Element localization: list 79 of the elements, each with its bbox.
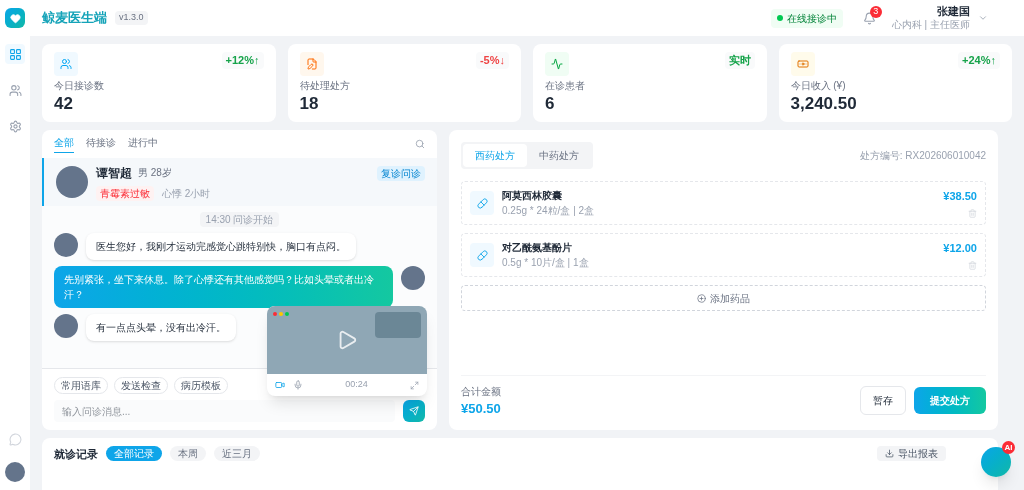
doctor-message: 先别紧张，坐下来休息。除了心悸还有其他感觉吗？比如头晕或者出冷汗？ bbox=[54, 266, 393, 308]
trend-badge: 实时 bbox=[724, 52, 755, 69]
pill-icon bbox=[470, 191, 494, 215]
send-icon bbox=[409, 406, 419, 416]
save-draft-button[interactable]: 暂存 bbox=[860, 386, 906, 416]
plus-circle-icon bbox=[697, 293, 706, 303]
heart-logo-icon bbox=[5, 8, 25, 28]
stat-label: 待处理处方 bbox=[299, 78, 351, 93]
prescription-number: 处方编号: RX202606010042 bbox=[859, 149, 986, 163]
drug-name: 阿莫西林胶囊 bbox=[502, 189, 563, 203]
search-icon[interactable] bbox=[415, 139, 425, 149]
trend-badge: -5%↓ bbox=[475, 52, 509, 69]
avatar bbox=[401, 266, 425, 290]
filter-chip[interactable]: 本周 bbox=[170, 446, 206, 461]
banknote-icon bbox=[790, 52, 815, 76]
pulse-icon bbox=[545, 52, 569, 76]
self-view-placeholder bbox=[375, 312, 421, 338]
total-amount: ¥50.50 bbox=[461, 399, 501, 418]
total-label: 合计金额 bbox=[461, 384, 501, 399]
trend-badge: +12%↑ bbox=[221, 52, 264, 69]
message-input[interactable]: 输入问诊消息... bbox=[54, 400, 395, 422]
app-title: 鲸麦医生端 bbox=[42, 9, 107, 28]
add-drug-button[interactable]: 添加药品 bbox=[461, 285, 986, 311]
drug-price: ¥12.00 bbox=[943, 241, 977, 257]
camera-icon[interactable] bbox=[275, 380, 285, 390]
tab[interactable]: 待接诊 bbox=[86, 135, 116, 153]
tab[interactable]: 西药处方 bbox=[463, 144, 527, 167]
chat-icon[interactable] bbox=[8, 433, 22, 446]
avatar bbox=[56, 166, 88, 198]
trash-icon[interactable] bbox=[968, 260, 977, 270]
system-message: 14:30 问诊开始 bbox=[199, 212, 280, 227]
patient-name: 谭智超 bbox=[96, 164, 132, 182]
stat-value: 3,240.50 bbox=[790, 92, 858, 114]
online-status: 在线接诊中 bbox=[770, 8, 843, 28]
avatar bbox=[54, 233, 78, 257]
trash-icon[interactable] bbox=[968, 208, 977, 218]
patient-info: 男 28岁 bbox=[138, 166, 172, 180]
patient-message: 医生您好，我刚才运动完感觉心跳特别快，胸口有点闷。 bbox=[86, 233, 356, 260]
send-button[interactable] bbox=[403, 400, 425, 422]
dashboard-icon[interactable] bbox=[5, 44, 25, 64]
filter-chip[interactable]: 近三月 bbox=[214, 446, 260, 461]
export-button[interactable]: 导出报表 bbox=[877, 446, 946, 461]
users-icon bbox=[54, 52, 78, 76]
pill-icon bbox=[470, 243, 494, 267]
fullscreen-icon[interactable] bbox=[410, 380, 419, 390]
stat-value: 18 bbox=[299, 92, 320, 114]
user-role: 心内科 | 主任医师 bbox=[891, 18, 970, 32]
stat-label: 今日接诊数 bbox=[54, 78, 105, 93]
microphone-icon[interactable] bbox=[293, 380, 303, 390]
window-dots-icon bbox=[273, 312, 289, 316]
records-title: 就诊记录 bbox=[54, 447, 98, 462]
complaint-text: 心悸 2小时 bbox=[162, 186, 211, 201]
chevron-down-icon[interactable] bbox=[978, 13, 988, 23]
call-timer: 00:24 bbox=[344, 378, 369, 392]
trend-badge: +24%↑ bbox=[958, 52, 1000, 69]
tab[interactable]: 中药处方 bbox=[527, 144, 591, 167]
download-icon bbox=[885, 449, 894, 458]
avatar bbox=[5, 462, 25, 482]
filter-chip[interactable]: 全部记录 bbox=[106, 446, 162, 461]
version-tag: v1.3.0 bbox=[115, 11, 148, 25]
stat-label: 今日收入 (¥) bbox=[790, 78, 847, 93]
drug-name: 对乙酰氨基酚片 bbox=[502, 241, 573, 255]
patient-card[interactable]: 谭智超 男 28岁 青霉素过敏 心悸 2小时 复诊问诊 bbox=[42, 158, 437, 206]
stat-value: 42 bbox=[54, 92, 74, 114]
notification-badge: 3 bbox=[869, 5, 882, 18]
tab[interactable]: 进行中 bbox=[128, 135, 158, 153]
user-name: 张建国 bbox=[937, 4, 970, 19]
patient-message: 有一点点头晕，没有出冷汗。 bbox=[86, 314, 236, 341]
stat-value: 6 bbox=[545, 92, 556, 114]
allergy-tag: 青霉素过敏 bbox=[96, 185, 154, 201]
drug-spec: 0.5g * 10片/盒 | 1盒 bbox=[502, 256, 589, 270]
note-edit-icon bbox=[299, 52, 324, 76]
drug-price: ¥38.50 bbox=[943, 189, 977, 205]
tab[interactable]: 全部 bbox=[54, 135, 74, 153]
drug-spec: 0.25g * 24粒/盒 | 2盒 bbox=[502, 204, 595, 218]
ai-badge: AI bbox=[1002, 441, 1015, 454]
visit-type-tag: 复诊问诊 bbox=[377, 166, 425, 181]
avatar bbox=[54, 314, 78, 338]
stat-label: 在诊患者 bbox=[545, 78, 586, 93]
